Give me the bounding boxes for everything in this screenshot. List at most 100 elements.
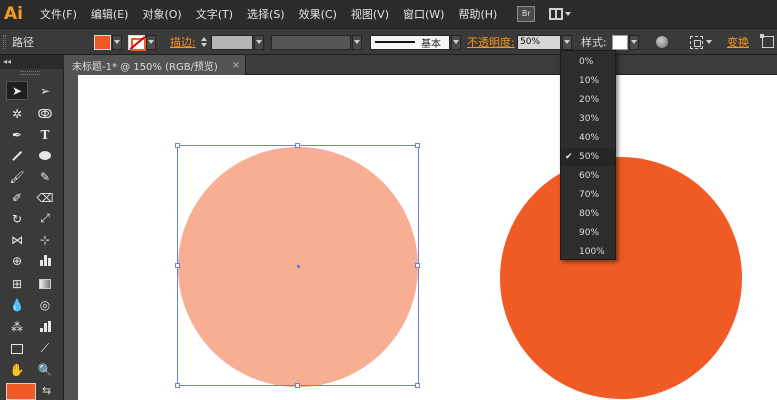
artboard-canvas[interactable] (78, 75, 777, 400)
opacity-option-30[interactable]: 30% (561, 110, 615, 129)
blob-brush-tool[interactable]: ✐ (6, 188, 28, 207)
resize-handle-bottom[interactable] (295, 383, 300, 388)
magic-wand-tool[interactable]: ✲ (6, 104, 28, 123)
brush-definition-field[interactable]: 基本 (370, 34, 450, 50)
graphic-style-control[interactable] (612, 29, 639, 55)
menu-select[interactable]: 选择(S) (247, 6, 285, 22)
menu-type[interactable]: 文字(T) (196, 6, 233, 22)
align-button[interactable] (690, 29, 712, 55)
blob-brush-icon: ✐ (11, 190, 23, 205)
menu-file[interactable]: 文件(F) (40, 6, 77, 22)
stroke-color-control[interactable] (128, 29, 156, 55)
line-tool[interactable] (6, 146, 28, 165)
slice-tool[interactable]: ⟋ (34, 339, 56, 358)
variable-width-dropdown-button[interactable] (352, 34, 362, 50)
menu-view[interactable]: 视图(V) (351, 6, 389, 22)
swap-colors-icon[interactable]: ⇆ (42, 384, 51, 397)
free-transform-tool[interactable]: ⊹ (34, 230, 56, 249)
stroke-weight-field[interactable] (211, 34, 253, 50)
transform-link[interactable]: 变换 (727, 29, 749, 55)
resize-handle-bottom-left[interactable] (175, 383, 180, 388)
fill-control[interactable] (94, 29, 122, 55)
opacity-option-0[interactable]: 0% (561, 53, 615, 72)
chart-tool[interactable] (34, 251, 56, 270)
stroke-weight-stepper[interactable] (200, 29, 208, 55)
toolbox-grip[interactable] (20, 71, 40, 75)
direct-selection-tool[interactable]: ➢ (34, 81, 56, 100)
opacity-option-70[interactable]: 70% (561, 186, 615, 205)
graphic-style-swatch[interactable] (612, 34, 628, 50)
opacity-option-60[interactable]: 60% (561, 167, 615, 186)
shape-builder-tool[interactable]: ⊕ (6, 251, 28, 270)
zoom-tool[interactable]: 🔍 (34, 360, 56, 379)
pasteboard[interactable] (64, 75, 78, 400)
lasso-icon: ↂ (37, 106, 53, 121)
menu-object[interactable]: 对象(O) (142, 6, 181, 22)
orange-circle[interactable] (500, 157, 742, 399)
lasso-tool[interactable]: ↂ (34, 104, 56, 123)
paintbrush-tool[interactable]: 🖌 (6, 167, 28, 186)
opacity-option-50[interactable]: ✔ 50% (561, 148, 615, 167)
opacity-option-20[interactable]: 20% (561, 91, 615, 110)
mesh-tool[interactable]: ⊞ (6, 274, 28, 293)
workspace-switcher-button[interactable] (549, 8, 572, 20)
menu-help[interactable]: 帮助(H) (458, 6, 497, 22)
transform-options-button[interactable] (760, 29, 774, 55)
recolor-button[interactable] (656, 29, 668, 55)
fill-dropdown-button[interactable] (112, 34, 122, 50)
column-graph-tool[interactable] (34, 317, 56, 336)
ellipse-tool[interactable] (34, 146, 56, 165)
document-tab[interactable]: 未标题-1* @ 150% (RGB/预览) × (64, 55, 246, 75)
opacity-option-10[interactable]: 10% (561, 72, 615, 91)
stroke-dropdown-button[interactable] (146, 34, 156, 50)
pencil-tool[interactable]: ✎ (34, 167, 56, 186)
eraser-tool[interactable]: ⌫ (34, 188, 56, 207)
eyedropper-tool[interactable]: 💧 (6, 295, 28, 314)
artboard-tool[interactable] (6, 339, 28, 358)
menu-window[interactable]: 窗口(W) (403, 6, 444, 22)
variable-width-field[interactable] (271, 34, 351, 50)
resize-handle-top-left[interactable] (175, 143, 180, 148)
stroke-swatch-none-icon[interactable] (128, 34, 146, 51)
gradient-tool[interactable] (34, 274, 56, 293)
opacity-field[interactable]: 50% (517, 34, 561, 50)
control-bar-grip[interactable] (3, 35, 6, 49)
opacity-dropdown-button[interactable] (562, 34, 572, 50)
graphic-style-dropdown-button[interactable] (629, 34, 639, 50)
close-icon[interactable]: × (232, 60, 240, 71)
menu-effect[interactable]: 效果(C) (299, 6, 337, 22)
pen-tool[interactable]: ✒ (6, 125, 28, 144)
opacity-option-100[interactable]: 100% (561, 243, 615, 262)
resize-handle-bottom-right[interactable] (415, 383, 420, 388)
resize-handle-top-right[interactable] (415, 143, 420, 148)
stroke-label[interactable]: 描边: (170, 29, 196, 55)
collapse-arrows-icon[interactable]: ◂◂ (3, 57, 11, 66)
opacity-option-40[interactable]: 40% (561, 129, 615, 148)
opacity-option-80[interactable]: 80% (561, 205, 615, 224)
symbol-sprayer-tool[interactable]: ⁂ (6, 317, 28, 336)
resize-handle-left[interactable] (175, 263, 180, 268)
width-tool[interactable]: ⋈ (6, 230, 28, 249)
chevron-down-icon (453, 40, 459, 44)
opacity-option-90[interactable]: 90% (561, 224, 615, 243)
brush-definition[interactable]: 基本 (370, 29, 461, 55)
stroke-weight-dropdown-button[interactable] (254, 34, 264, 50)
hand-tool[interactable]: ✋ (6, 360, 28, 379)
rotate-tool[interactable]: ↻ (6, 209, 28, 228)
resize-handle-right[interactable] (415, 263, 420, 268)
blend-tool[interactable]: ◎ (34, 295, 56, 314)
bridge-button[interactable]: Br (517, 6, 536, 22)
opacity-label[interactable]: 不透明度: (467, 29, 515, 55)
type-tool[interactable]: T (34, 125, 56, 144)
eyedropper-icon: 💧 (9, 297, 25, 312)
scale-tool[interactable]: ⤢ (34, 209, 56, 228)
menu-edit[interactable]: 编辑(E) (91, 6, 129, 22)
brush-dropdown-button[interactable] (451, 34, 461, 50)
stepper-icon[interactable] (200, 35, 208, 50)
toolbox-header[interactable]: ◂◂ (0, 55, 64, 69)
fill-color-swatch[interactable] (6, 383, 36, 400)
selection-tool[interactable]: ➤ (6, 81, 28, 100)
resize-handle-top[interactable] (295, 143, 300, 148)
fill-swatch[interactable] (94, 34, 111, 50)
variable-width-profile[interactable] (271, 29, 362, 55)
